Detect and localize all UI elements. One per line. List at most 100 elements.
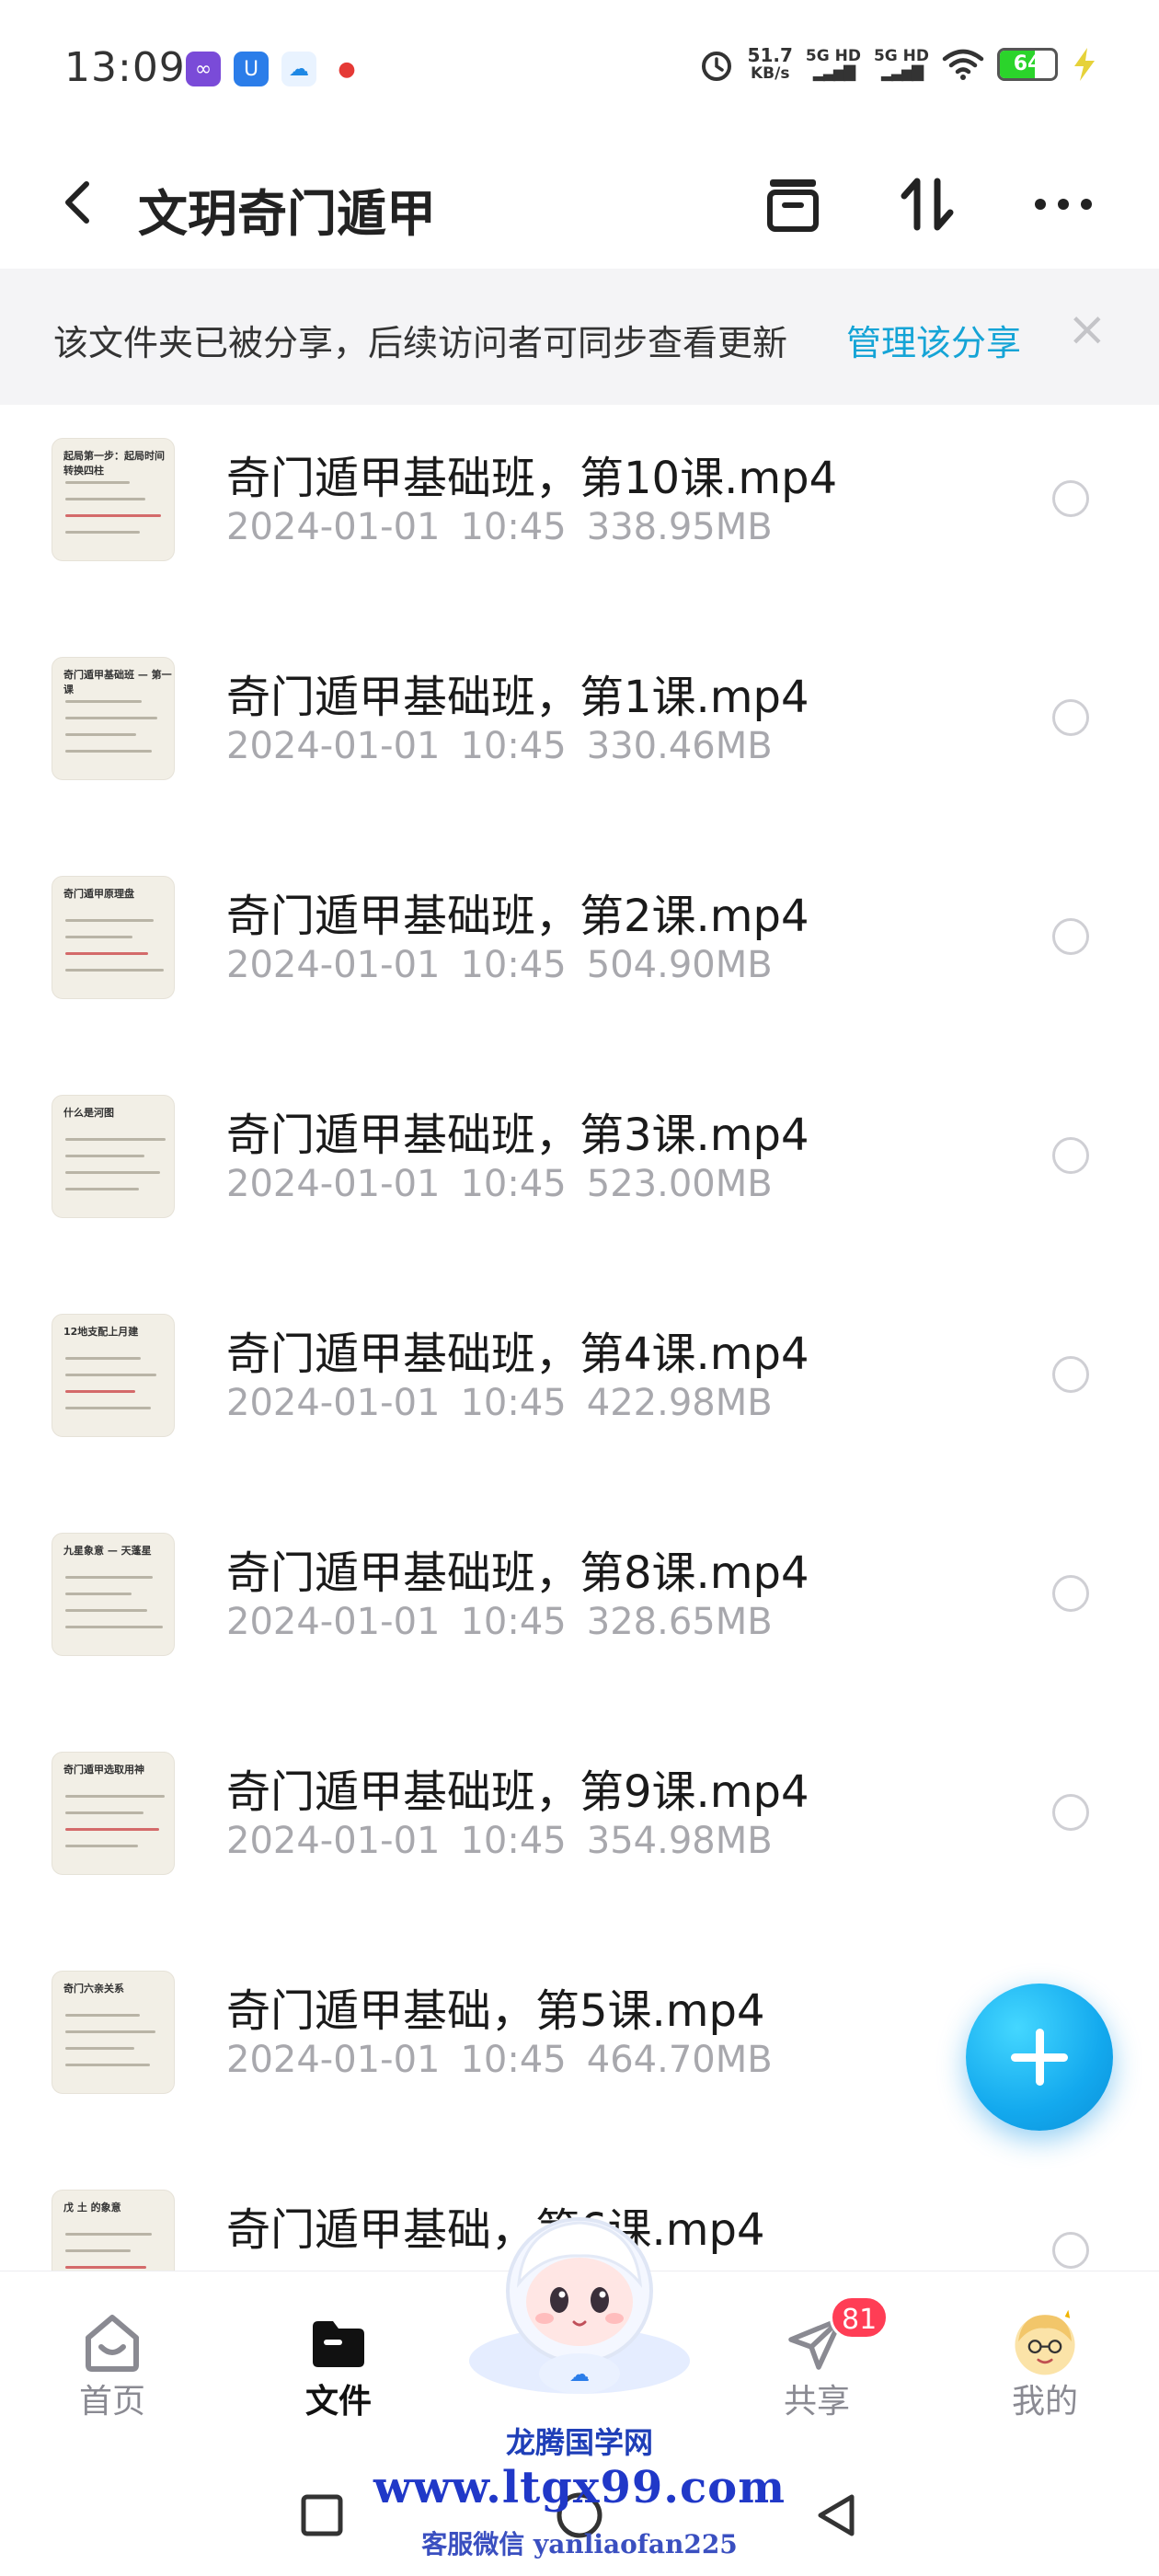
battery-icon: 64	[997, 48, 1058, 81]
mascot-icon[interactable]: ☁	[460, 2199, 699, 2401]
file-date: 2024-01-01	[226, 1163, 441, 1205]
file-date: 2024-01-01	[226, 725, 441, 767]
file-time: 10:45	[460, 506, 567, 548]
page-title: 文玥奇门遁甲	[138, 185, 436, 243]
select-checkbox[interactable]	[1052, 1137, 1089, 1174]
video-thumbnail[interactable]: 奇门遁甲原理盘	[52, 876, 175, 999]
file-row[interactable]: 奇门遁甲选取用神 奇门遁甲基础班，第9课.mp4 2024-01-01 10:45 35…	[0, 1719, 1159, 1938]
video-thumbnail[interactable]: 什么是河图	[52, 1095, 175, 1218]
video-thumbnail[interactable]: 起局第一步：起局时间转换四柱	[52, 438, 175, 561]
thumbnail-text-line	[65, 1609, 147, 1612]
thumbnail-text-line	[65, 2249, 131, 2252]
file-name: 奇门遁甲基础班，第2课.mp4	[226, 891, 809, 942]
manage-share-link[interactable]: 管理该分享	[846, 315, 1021, 365]
file-name: 奇门遁甲基础班，第1课.mp4	[226, 672, 809, 723]
video-thumbnail[interactable]: 九星象意 — 天蓬星	[52, 1533, 175, 1656]
select-checkbox[interactable]	[1052, 918, 1089, 955]
file-date: 2024-01-01	[226, 1382, 441, 1424]
thumbnail-title: 什么是河图	[63, 1107, 114, 1119]
file-meta: 2024-01-01 10:45 422.98MB	[226, 1382, 773, 1424]
thumbnail-text-line	[65, 531, 140, 534]
select-checkbox[interactable]	[1052, 1575, 1089, 1612]
video-thumbnail[interactable]: 奇门遁甲基础班 — 第一课	[52, 657, 175, 780]
thumbnail-text-line	[65, 2047, 134, 2050]
infinity-app-icon: ∞	[186, 52, 221, 86]
signal-bars-icon: ▂▃▅▇	[812, 63, 855, 82]
file-date: 2024-01-01	[226, 1820, 441, 1862]
status-bar: 13:09 ∞ U ☁ ● 51.7 KB/s 5G HD ▂▃▅▇ 5G HD…	[0, 0, 1159, 138]
watermark-line-3: 客服微信 yanliaofan225	[421, 2529, 738, 2559]
file-meta: 2024-01-01 10:45 464.70MB	[226, 2039, 773, 2081]
file-meta	[226, 2258, 267, 2271]
thumbnail-title: 起局第一步：起局时间转换四柱	[63, 450, 165, 477]
thumbnail-text-line	[65, 2030, 155, 2033]
file-size: 504.90MB	[586, 944, 773, 986]
select-checkbox[interactable]	[1052, 2232, 1089, 2269]
svg-text:☁: ☁	[569, 2363, 590, 2386]
thumbnail-text-line	[65, 498, 145, 500]
thumbnail-text-line	[65, 750, 152, 753]
avatar-icon	[1010, 2308, 1080, 2378]
home-icon	[77, 2308, 147, 2378]
video-thumbnail[interactable]: 奇门六亲关系	[52, 1971, 175, 2094]
video-thumbnail[interactable]: 12地支配上月建	[52, 1314, 175, 1437]
file-row[interactable]: 奇门遁甲基础班 — 第一课 奇门遁甲基础班，第1课.mp4 2024-01-01 10…	[0, 624, 1159, 843]
file-row[interactable]: 什么是河图 奇门遁甲基础班，第3课.mp4 2024-01-01 10:45 523.0…	[0, 1062, 1159, 1281]
file-time: 10:45	[460, 725, 567, 767]
file-size: 328.65MB	[586, 1601, 773, 1643]
select-checkbox[interactable]	[1052, 699, 1089, 736]
thumbnail-title: 戊 土 的象意	[63, 2202, 121, 2214]
thumbnail-title: 九星象意 — 天蓬星	[63, 1545, 152, 1557]
file-name: 奇门遁甲基础班，第8课.mp4	[226, 1547, 809, 1599]
thumbnail-text-line	[65, 1171, 160, 1174]
back-icon[interactable]	[53, 175, 109, 230]
file-date: 2024-01-01	[226, 1601, 441, 1643]
file-row[interactable]: 12地支配上月建 奇门遁甲基础班，第4课.mp4 2024-01-01 10:45 42…	[0, 1281, 1159, 1500]
thumbnail-text-line	[65, 1357, 141, 1360]
thumbnail-text-line	[65, 1138, 166, 1141]
file-time: 10:45	[460, 2039, 567, 2081]
close-icon[interactable]: ×	[1067, 305, 1107, 353]
thumbnail-text-line	[65, 1593, 132, 1595]
file-size: 523.00MB	[586, 1163, 773, 1205]
select-checkbox[interactable]	[1052, 1356, 1089, 1393]
video-thumbnail[interactable]: 奇门遁甲选取用神	[52, 1752, 175, 1875]
file-row[interactable]: 九星象意 — 天蓬星 奇门遁甲基础班，第8课.mp4 2024-01-01 10:45…	[0, 1500, 1159, 1719]
nav-me-label: 我的	[1011, 2383, 1078, 2421]
file-name: 奇门遁甲基础班，第10课.mp4	[226, 453, 838, 504]
file-time: 10:45	[460, 1163, 567, 1205]
file-row[interactable]: 奇门遁甲原理盘 奇门遁甲基础班，第2课.mp4 2024-01-01 10:45 504…	[0, 843, 1159, 1062]
file-meta: 2024-01-01 10:45 504.90MB	[226, 944, 773, 986]
thumbnail-text-line	[65, 700, 142, 703]
video-thumbnail[interactable]: 戊 土 的象意	[52, 2190, 175, 2271]
file-size: 338.95MB	[586, 506, 773, 548]
thumbnail-title: 奇门六亲关系	[63, 1983, 124, 1995]
nav-share-label: 共享	[783, 2383, 850, 2421]
archive-icon[interactable]	[756, 167, 830, 241]
thumbnail-text-line	[65, 1626, 163, 1628]
charging-icon	[1074, 48, 1095, 81]
watermark-line-2: www.ltgx99.com	[373, 2462, 786, 2513]
thumbnail-text-line	[65, 514, 161, 517]
select-checkbox[interactable]	[1052, 1794, 1089, 1831]
watermark-line-1: 龙腾国学网	[505, 2425, 653, 2460]
file-row[interactable]: 起局第一步：起局时间转换四柱 奇门遁甲基础班，第10课.mp4 2024-01-01…	[0, 405, 1159, 624]
thumbnail-title: 奇门遁甲原理盘	[63, 888, 134, 900]
thumbnail-text-line	[65, 1576, 153, 1579]
select-checkbox[interactable]	[1052, 480, 1089, 517]
file-name: 奇门遁甲基础班，第9课.mp4	[226, 1766, 809, 1818]
file-size: 422.98MB	[586, 1382, 773, 1424]
thumbnail-title: 奇门遁甲基础班 — 第一课	[63, 669, 172, 696]
thumbnail-text-line	[65, 952, 148, 955]
net-speed: 51.7 KB/s	[747, 44, 793, 83]
thumbnail-text-line	[65, 733, 136, 736]
more-icon[interactable]	[1027, 167, 1100, 241]
file-size: 330.46MB	[586, 725, 773, 767]
thumbnail-text-line	[65, 1390, 135, 1393]
share-banner: 该文件夹已被分享，后续访问者可同步查看更新 管理该分享 ×	[0, 269, 1159, 405]
add-button[interactable]	[966, 1984, 1113, 2131]
thumbnail-title: 12地支配上月建	[63, 1326, 139, 1338]
sort-icon[interactable]	[890, 167, 964, 241]
file-date: 2024-01-01	[226, 944, 441, 986]
thumbnail-text-line	[65, 936, 132, 938]
